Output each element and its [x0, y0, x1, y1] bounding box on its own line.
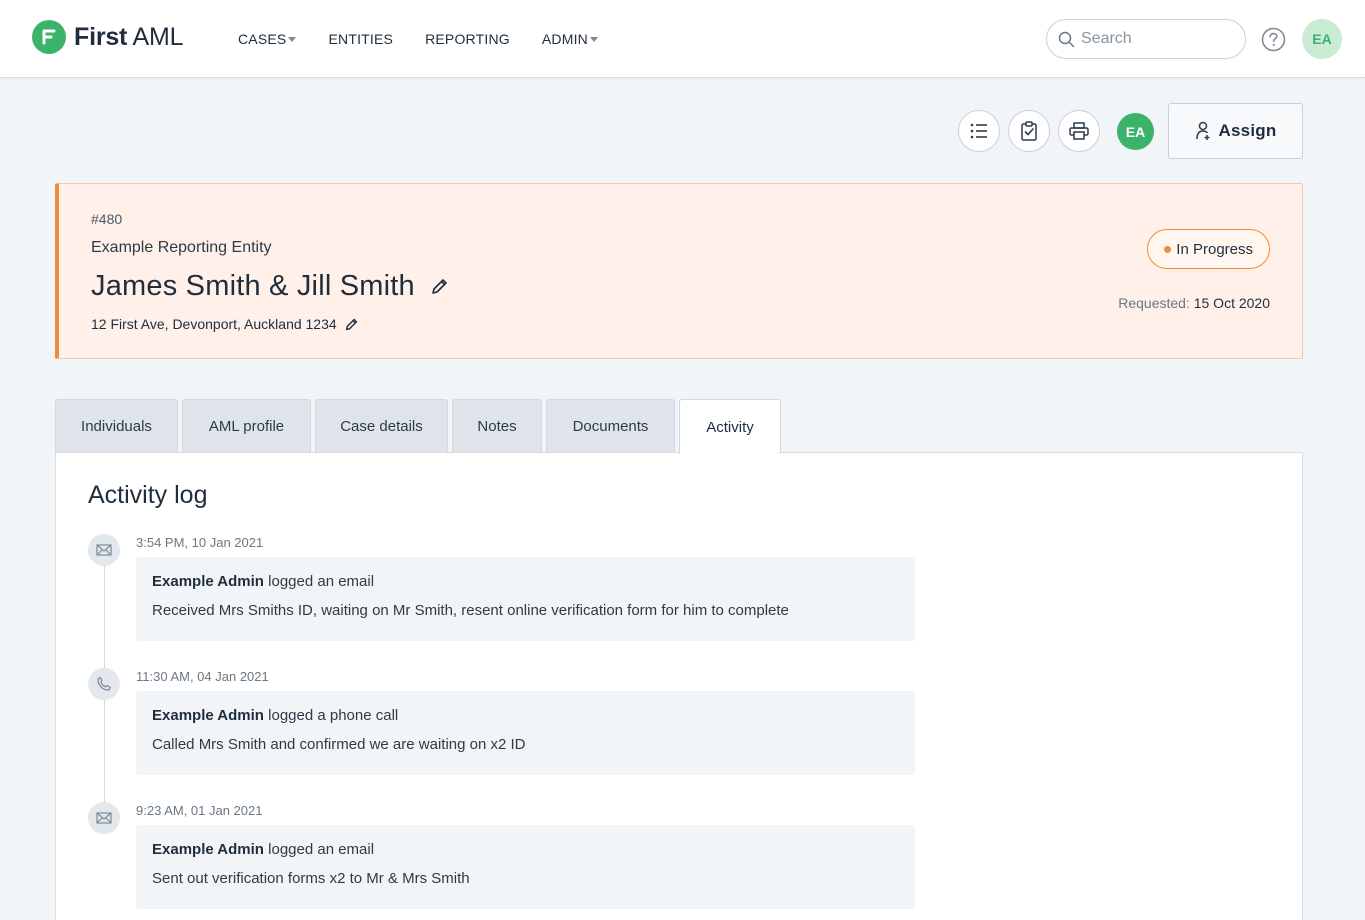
case-header: #480 Example Reporting Entity James Smit… [55, 183, 1303, 359]
main-nav: CASES ENTITIES REPORTING ADMIN [238, 31, 630, 47]
entry-card: Example Admin logged an email Received M… [136, 557, 915, 641]
case-address-row: 12 First Ave, Devonport, Auckland 1234 [91, 316, 358, 332]
email-icon [88, 534, 120, 566]
entry-timestamp: 9:23 AM, 01 Jan 2021 [136, 803, 263, 818]
clipboard-check-icon [1021, 121, 1037, 141]
checklist-button[interactable] [1008, 110, 1050, 152]
nav-entities[interactable]: ENTITIES [328, 31, 393, 47]
email-icon [88, 802, 120, 834]
entry-card: Example Admin logged a phone call Called… [136, 691, 915, 775]
brand-name: First AML [74, 22, 184, 51]
entry-card: Example Admin logged an email Sent out v… [136, 825, 915, 909]
entry-actor: Example Admin [152, 573, 264, 590]
brand-logo[interactable]: First AML [32, 20, 184, 54]
assign-label: Assign [1218, 121, 1277, 140]
entry-summary: Example Admin logged an email [152, 573, 899, 590]
entry-actor: Example Admin [152, 841, 264, 858]
logo-mark-icon [32, 20, 66, 54]
search-box[interactable] [1046, 19, 1246, 59]
tab-aml-profile[interactable]: AML profile [182, 399, 311, 453]
case-title-row: James Smith & Jill Smith [91, 270, 448, 303]
entry-text: Received Mrs Smiths ID, waiting on Mr Sm… [152, 602, 789, 619]
search-input[interactable] [1081, 30, 1231, 48]
phone-icon [88, 668, 120, 700]
tab-documents[interactable]: Documents [546, 399, 675, 453]
entry-action: logged an email [263, 573, 375, 590]
tab-individuals[interactable]: Individuals [55, 399, 178, 453]
requested-value: 15 Oct 2020 [1193, 295, 1270, 311]
entry-timestamp: 3:54 PM, 10 Jan 2021 [136, 535, 264, 550]
entry-text: Sent out verification forms x2 to Mr & M… [152, 870, 470, 887]
list-icon [970, 123, 987, 139]
nav-reporting[interactable]: REPORTING [425, 31, 510, 47]
edit-address-icon[interactable] [345, 318, 358, 331]
case-number: #480 [91, 211, 123, 227]
status-dot-icon [1164, 245, 1172, 253]
user-avatar[interactable]: EA [1302, 19, 1342, 59]
chevron-down-icon [288, 37, 297, 42]
nav-admin[interactable]: ADMIN [542, 31, 598, 47]
add-user-icon [1195, 121, 1210, 140]
status-text: In Progress [1176, 240, 1253, 258]
entry-action: logged a phone call [263, 707, 399, 724]
reporting-entity: Example Reporting Entity [91, 239, 272, 256]
edit-title-icon[interactable] [431, 278, 448, 295]
top-navbar: First AML CASES ENTITIES REPORTING ADMIN… [0, 0, 1365, 78]
chevron-down-icon [589, 37, 598, 42]
case-tabs: Individuals AML profile Case details Not… [55, 399, 785, 454]
entry-timestamp: 11:30 AM, 04 Jan 2021 [136, 669, 269, 684]
entry-summary: Example Admin logged an email [152, 841, 899, 858]
entry-actor: Example Admin [152, 707, 264, 724]
tab-case-details[interactable]: Case details [315, 399, 448, 453]
search-icon [1058, 31, 1075, 47]
tab-notes[interactable]: Notes [452, 399, 542, 453]
assign-button[interactable]: Assign [1168, 103, 1303, 159]
nav-cases[interactable]: CASES [238, 31, 297, 47]
printer-icon [1069, 122, 1089, 140]
requested-date: Requested: 15 Oct 2020 [1118, 295, 1270, 311]
status-badge[interactable]: In Progress [1147, 229, 1270, 269]
help-icon[interactable] [1261, 27, 1286, 52]
case-owner-avatar[interactable]: EA [1117, 113, 1154, 150]
list-view-button[interactable] [958, 110, 1000, 152]
case-title: James Smith & Jill Smith [91, 270, 415, 302]
activity-panel: Activity log 3:54 PM, 10 Jan 2021 Exampl… [55, 452, 1303, 920]
entry-action: logged an email [263, 841, 375, 858]
requested-label: Requested: [1118, 295, 1190, 311]
entry-text: Called Mrs Smith and confirmed we are wa… [152, 736, 526, 753]
tab-activity[interactable]: Activity [679, 399, 781, 454]
case-address: 12 First Ave, Devonport, Auckland 1234 [91, 316, 337, 332]
print-button[interactable] [1058, 110, 1100, 152]
entry-summary: Example Admin logged a phone call [152, 707, 899, 724]
activity-log-title: Activity log [88, 481, 208, 509]
